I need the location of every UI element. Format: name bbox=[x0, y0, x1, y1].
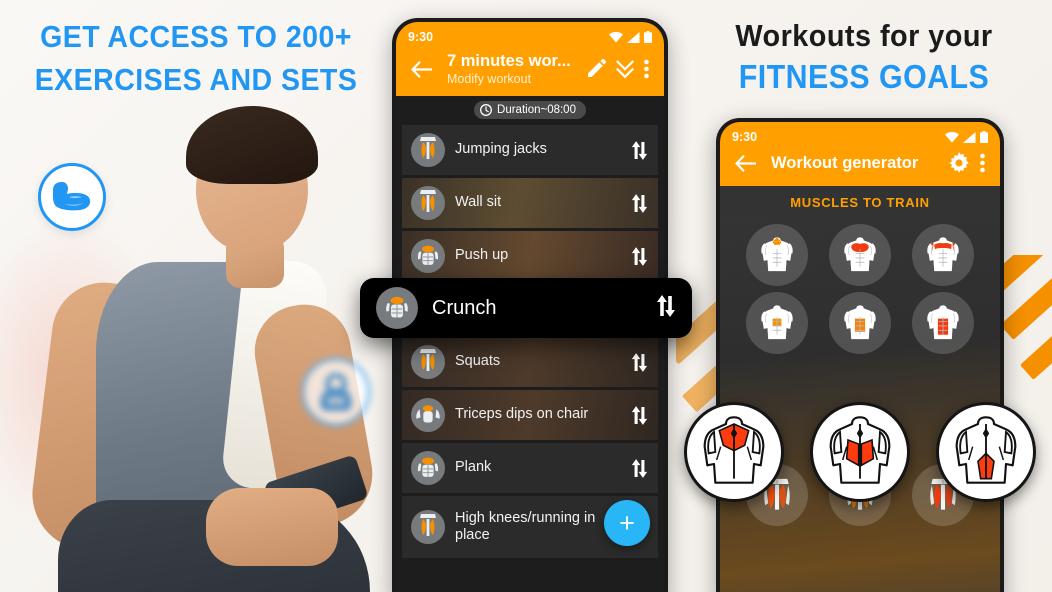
gear-icon[interactable] bbox=[943, 152, 975, 174]
headline-right-line1: Workouts for your bbox=[735, 18, 993, 53]
workout-title: 7 minutes wor... bbox=[447, 52, 571, 70]
back-arrow-icon[interactable] bbox=[406, 60, 437, 78]
overflow-menu-icon[interactable] bbox=[975, 153, 990, 173]
flexed-bicep-icon bbox=[38, 163, 106, 231]
reorder-icon[interactable] bbox=[629, 352, 649, 372]
exercise-list: Jumping jacksWall sitPush upStep-up onto… bbox=[396, 125, 664, 558]
muscle-cell[interactable] bbox=[905, 292, 982, 354]
legs-muscle-icon bbox=[411, 345, 445, 379]
neck-muscle-icon[interactable] bbox=[745, 224, 808, 286]
headline-right: Workouts for your FITNESS GOALS bbox=[676, 16, 1052, 98]
muscle-cell[interactable] bbox=[738, 292, 815, 354]
reorder-icon[interactable] bbox=[629, 246, 649, 266]
muscle-cell[interactable] bbox=[738, 224, 815, 286]
signal-icon bbox=[627, 31, 640, 43]
shoulders-muscle-icon[interactable] bbox=[912, 224, 975, 286]
add-exercise-button[interactable]: + bbox=[604, 500, 650, 546]
muscles-section-title: MUSCLES TO TRAIN bbox=[720, 186, 1000, 218]
exercise-row[interactable]: Jumping jacks bbox=[402, 125, 658, 175]
workout-subtitle: Modify workout bbox=[447, 72, 532, 86]
reorder-icon[interactable] bbox=[629, 458, 649, 478]
abs-muscle-icon[interactable] bbox=[828, 292, 891, 354]
reorder-icon[interactable] bbox=[629, 193, 649, 213]
battery-icon bbox=[644, 31, 652, 43]
kettlebell-icon bbox=[301, 357, 371, 427]
reorder-icon[interactable] bbox=[629, 140, 649, 160]
headline-right-line2: FITNESS GOALS bbox=[738, 57, 990, 95]
duration-chip-row: Duration~08:00 bbox=[396, 96, 664, 125]
collapse-chevrons-icon[interactable] bbox=[611, 59, 639, 79]
lower-back-muscle-icon[interactable] bbox=[936, 402, 1036, 502]
phone-workout-generator: 9:30 Workout generator MUSCLES TO TRAIN bbox=[716, 118, 1004, 592]
overflow-menu-icon[interactable] bbox=[639, 59, 654, 79]
duration-chip: Duration~08:00 bbox=[474, 101, 586, 119]
clock-icon bbox=[480, 104, 492, 116]
abs-muscle-icon bbox=[376, 287, 418, 329]
abs-lower-muscle-icon[interactable] bbox=[912, 292, 975, 354]
app-bar-titles: Workout generator bbox=[771, 154, 943, 173]
exercise-name: Squats bbox=[455, 353, 501, 370]
exercise-name: Wall sit bbox=[455, 194, 502, 211]
exercise-row[interactable]: Squats bbox=[402, 337, 658, 387]
app-bar-titles: 7 minutes wor... Modify workout bbox=[447, 52, 581, 86]
dragged-exercise-name: Crunch bbox=[432, 296, 497, 319]
exercise-row[interactable]: Wall sit bbox=[402, 178, 658, 228]
exercise-row[interactable]: Plank bbox=[402, 443, 658, 493]
status-clock: 9:30 bbox=[408, 30, 434, 44]
muscle-cell[interactable] bbox=[821, 292, 898, 354]
exercise-name: Triceps dips on chair bbox=[455, 406, 589, 423]
core-muscle-icon bbox=[411, 451, 445, 485]
exercise-row[interactable]: Push up bbox=[402, 231, 658, 281]
battery-icon bbox=[980, 131, 988, 143]
exercise-row[interactable]: Triceps dips on chair bbox=[402, 390, 658, 440]
trapezius-muscle-icon[interactable] bbox=[684, 402, 784, 502]
abs-upper-muscle-icon[interactable] bbox=[745, 292, 808, 354]
exercise-name: Plank bbox=[455, 459, 492, 476]
status-clock: 9:30 bbox=[732, 130, 758, 144]
exercise-name: High knees/running in place bbox=[455, 509, 596, 543]
muscle-row bbox=[720, 286, 1000, 354]
status-bar: 9:30 bbox=[396, 22, 664, 52]
status-bar: 9:30 bbox=[720, 122, 1000, 152]
selected-muscle-hero-row bbox=[684, 400, 1036, 504]
app-bar: Workout generator bbox=[720, 152, 1000, 186]
muscle-row bbox=[720, 218, 1000, 286]
muscle-cell[interactable] bbox=[821, 224, 898, 286]
reorder-icon[interactable] bbox=[629, 405, 649, 425]
generator-screen: 9:30 Workout generator MUSCLES TO TRAIN bbox=[720, 122, 1000, 592]
status-system-icons bbox=[945, 131, 988, 143]
generator-body: MUSCLES TO TRAIN bbox=[720, 186, 1000, 592]
chest-muscle-icon[interactable] bbox=[828, 224, 891, 286]
app-bar: 7 minutes wor... Modify workout bbox=[396, 52, 664, 96]
wifi-icon bbox=[609, 31, 623, 42]
signal-icon bbox=[963, 131, 976, 143]
exercise-name: Jumping jacks bbox=[455, 141, 547, 158]
promo-canvas: GET ACCESS TO 200+ EXERCISES AND SETS Wo… bbox=[0, 0, 1052, 592]
chest-muscle-icon bbox=[411, 239, 445, 273]
reorder-icon[interactable] bbox=[656, 294, 676, 322]
generator-title: Workout generator bbox=[771, 153, 919, 172]
status-system-icons bbox=[609, 31, 652, 43]
legs-muscle-icon bbox=[411, 133, 445, 167]
arms-muscle-icon bbox=[411, 398, 445, 432]
legs-muscle-icon bbox=[411, 186, 445, 220]
pencil-icon[interactable] bbox=[581, 59, 611, 79]
lats-muscle-icon[interactable] bbox=[810, 402, 910, 502]
headline-left: GET ACCESS TO 200+ EXERCISES AND SETS bbox=[34, 19, 358, 97]
photo-hair bbox=[186, 106, 318, 184]
dragged-exercise-card[interactable]: Crunch bbox=[360, 278, 692, 338]
photo-hands bbox=[206, 488, 338, 566]
exercise-name: Push up bbox=[455, 247, 509, 264]
duration-chip-text: Duration~08:00 bbox=[497, 104, 576, 116]
back-arrow-icon[interactable] bbox=[730, 154, 761, 172]
legs-muscle-icon bbox=[411, 510, 445, 544]
wifi-icon bbox=[945, 131, 959, 142]
muscle-cell[interactable] bbox=[905, 224, 982, 286]
muscle-grid-top bbox=[720, 218, 1000, 354]
